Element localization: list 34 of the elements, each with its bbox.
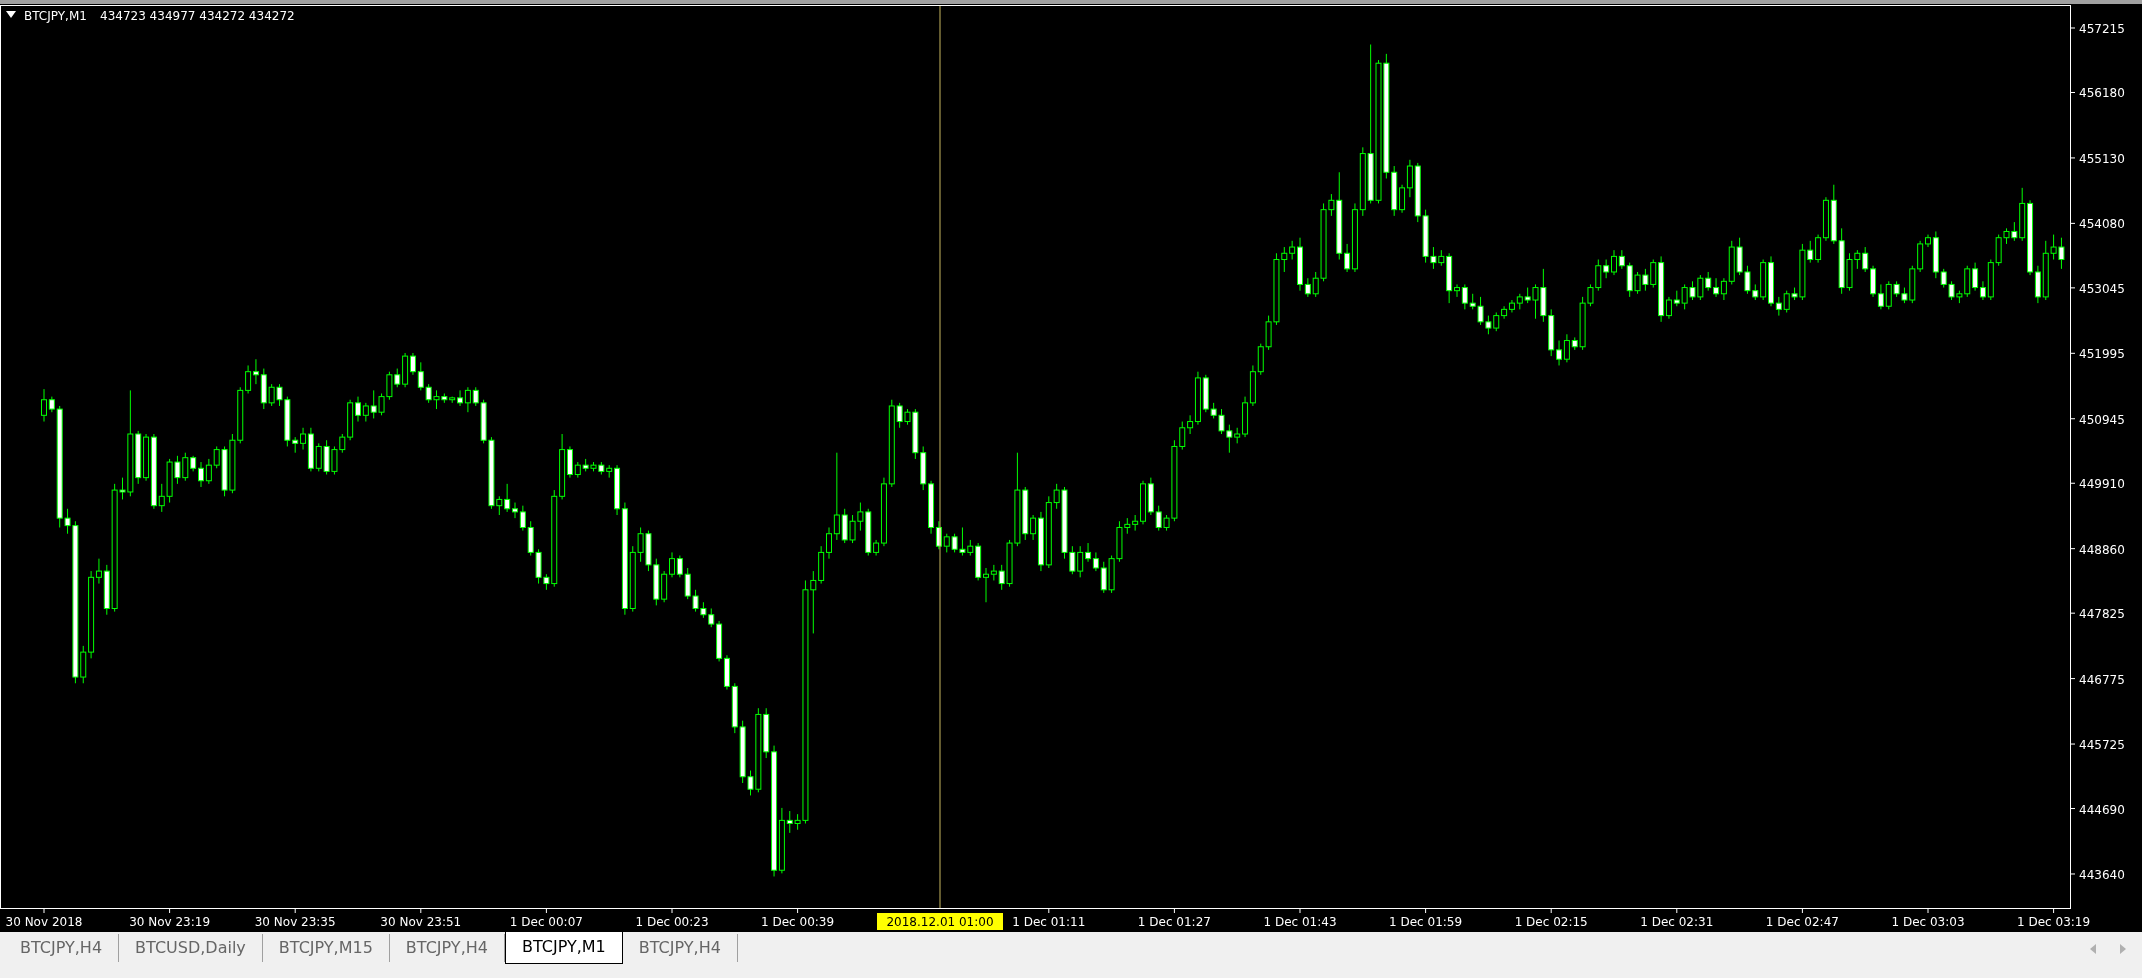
- price-axis-label: 449910: [2079, 477, 2125, 492]
- time-axis-label: 1 Dec 02:15: [1514, 915, 1588, 929]
- price-axis-label: 448860: [2079, 542, 2125, 557]
- price-axis-label: 457215: [2079, 22, 2125, 36]
- time-axis-label: 1 Dec 02:47: [1765, 915, 1839, 929]
- price-axis-label: 451995: [2079, 347, 2125, 362]
- chart-tab[interactable]: BTCJPY,M1: [504, 932, 623, 964]
- price-axis-label: 455130: [2079, 151, 2125, 166]
- price-axis-label: 450945: [2079, 412, 2125, 427]
- time-axis-label: 30 Nov 23:35: [254, 915, 336, 929]
- price-axis-label: 454080: [2079, 217, 2125, 232]
- time-axis-label: 1 Dec 03:19: [2017, 915, 2091, 929]
- price-axis-label: 446775: [2079, 672, 2125, 687]
- price-axis-label: 443640: [2079, 867, 2125, 882]
- time-axis-label: 1 Dec 01:11: [1012, 915, 1086, 929]
- time-axis-label: 30 Nov 23:51: [380, 915, 462, 929]
- time-axis-label: 1 Dec 03:03: [1891, 915, 1965, 929]
- price-axis-label: 444690: [2079, 802, 2125, 817]
- crosshair-time-label: 2018.12.01 01:00: [877, 913, 1003, 930]
- chart-symbol: BTCJPY,M1: [24, 9, 87, 23]
- price-axis-label: 445725: [2079, 738, 2125, 753]
- time-axis-label: 1 Dec 01:27: [1137, 915, 1211, 929]
- time-axis-label: 1 Dec 00:23: [635, 915, 709, 929]
- time-axis-label: 1 Dec 00:07: [509, 915, 583, 929]
- time-axis-label: 1 Dec 01:59: [1389, 915, 1463, 929]
- time-axis-label: 1 Dec 01:43: [1263, 915, 1337, 929]
- time-axis-label: 30 Nov 2018: [5, 915, 83, 929]
- price-axis-label: 453045: [2079, 281, 2125, 296]
- time-axis-label: 30 Nov 23:19: [129, 915, 211, 929]
- ohlc-values: 434723 434977 434272 434272: [100, 9, 295, 23]
- time-axis-label: 1 Dec 00:39: [761, 915, 835, 929]
- price-axis-label: 447825: [2079, 607, 2125, 622]
- time-axis-label: 1 Dec 02:31: [1640, 915, 1714, 929]
- price-axis-label: 456180: [2079, 86, 2125, 101]
